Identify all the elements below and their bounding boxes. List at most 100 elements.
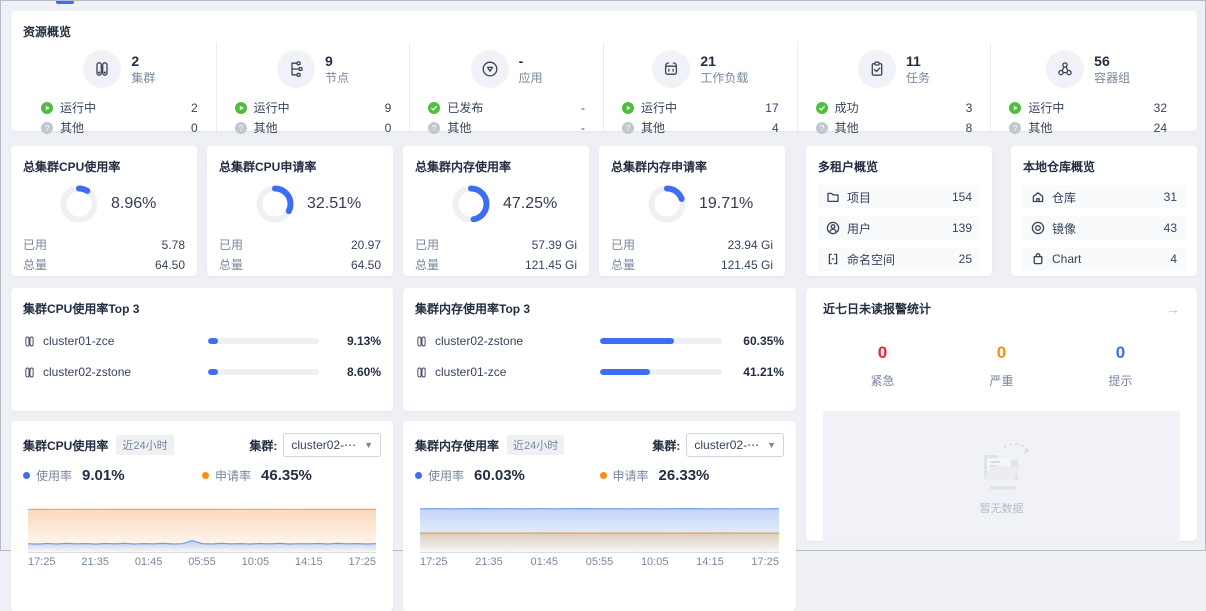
gauge-mem-usage-card: 总集群内存使用率 47.25% 已用57.39 Gi 总量121.45 Gi bbox=[403, 146, 589, 276]
status-row: ? 其他- bbox=[428, 118, 585, 138]
image-icon bbox=[1031, 221, 1045, 235]
svg-text:?: ? bbox=[819, 124, 824, 133]
svg-text:?: ? bbox=[238, 124, 243, 133]
status-row: ? 其他4 bbox=[622, 118, 779, 138]
gauge-mem-request-card: 总集群内存申请率 19.71% 已用23.94 Gi 总量121.45 Gi bbox=[599, 146, 785, 276]
top3-row[interactable]: cluster02-zstone 8.60% bbox=[23, 365, 381, 379]
cpu-area-chart[interactable] bbox=[28, 506, 376, 553]
resource-overview-title: 资源概览 bbox=[23, 23, 1185, 40]
mem-area-chart[interactable] bbox=[420, 506, 779, 553]
alarm-critical: 0 紧急 bbox=[823, 343, 942, 389]
success-icon bbox=[816, 102, 828, 114]
top3-row[interactable]: cluster01-zce 41.21% bbox=[415, 365, 784, 379]
chart-icon bbox=[1031, 252, 1045, 266]
status-row: ? 其他24 bbox=[1009, 118, 1167, 138]
legend-request: 申请率 26.33% bbox=[600, 467, 785, 484]
success-icon bbox=[428, 102, 440, 114]
cpu-chart-title: 集群CPU使用率 bbox=[23, 437, 108, 454]
x-axis-labels: 17:2521:3501:4505:5510:0514:1517:25 bbox=[28, 556, 376, 568]
gauge-percent: 8.96% bbox=[111, 195, 156, 213]
gauge-cpu-usage-card: 总集群CPU使用率 8.96% 已用5.78 总量64.50 bbox=[11, 146, 197, 276]
cluster-select-label: 集群: bbox=[652, 437, 680, 454]
legend-dot bbox=[202, 472, 209, 479]
cluster-select[interactable]: cluster02-⋯▼ bbox=[686, 433, 784, 457]
mem-top3-card: 集群内存使用率Top 3 cluster02-zstone 60.35% clu… bbox=[403, 288, 796, 411]
alarm-stats-card: 近七日未读报警统计 → 0 紧急 0 严重 0 提示 暂无数据 bbox=[806, 288, 1197, 541]
chevron-down-icon: ▼ bbox=[767, 440, 776, 450]
top3-row[interactable]: cluster02-zstone 60.35% bbox=[415, 334, 784, 348]
progress-bar bbox=[600, 369, 722, 375]
period-badge: 近24小时 bbox=[507, 435, 564, 455]
svg-text:?: ? bbox=[432, 124, 437, 133]
other-icon: ? bbox=[235, 122, 247, 134]
status-row: 运行中17 bbox=[622, 98, 779, 118]
gauge-cpu-request-card: 总集群CPU申请率 32.51% 已用20.97 总量64.50 bbox=[207, 146, 393, 276]
cluster-icon bbox=[23, 335, 36, 348]
tenant-overview-title: 多租户概览 bbox=[818, 158, 980, 175]
cluster-icon bbox=[415, 366, 428, 379]
repo-row-repos[interactable]: 仓库31 bbox=[1023, 185, 1185, 209]
cluster-select-label: 集群: bbox=[249, 437, 277, 454]
running-icon bbox=[41, 102, 53, 114]
empty-state: 暂无数据 bbox=[823, 411, 1180, 543]
repo-overview-card: 本地仓库概览 仓库31 镜像43 Chart4 bbox=[1011, 146, 1197, 276]
active-tab-indicator[interactable] bbox=[56, 1, 74, 4]
cluster-icon bbox=[83, 50, 121, 88]
resource-overview-card: 资源概览 2 集群 运行中2 ? 其他0 bbox=[11, 11, 1197, 131]
stat-apps[interactable]: - 应用 已发布- ? 其他- bbox=[410, 42, 604, 138]
app-icon bbox=[471, 50, 509, 88]
repo-overview-title: 本地仓库概览 bbox=[1023, 158, 1185, 175]
legend-usage: 使用率 60.03% bbox=[415, 467, 600, 484]
legend-dot bbox=[600, 472, 607, 479]
repo-icon bbox=[1031, 190, 1045, 204]
mem-top3-title: 集群内存使用率Top 3 bbox=[415, 300, 784, 317]
top3-row[interactable]: cluster01-zce 9.13% bbox=[23, 334, 381, 348]
status-row: 已发布- bbox=[428, 98, 585, 118]
other-icon: ? bbox=[41, 122, 53, 134]
alarm-title: 近七日未读报警统计 bbox=[823, 300, 931, 317]
stat-workloads[interactable]: 21 工作负载 运行中17 ? 其他4 bbox=[604, 42, 798, 138]
stats-grid: 2 集群 运行中2 ? 其他0 9 节点 bbox=[23, 42, 1185, 138]
progress-bar bbox=[600, 338, 722, 344]
legend-request: 申请率 46.35% bbox=[202, 467, 381, 484]
status-row: 运行中2 bbox=[41, 98, 198, 118]
empty-folder-illustration bbox=[960, 438, 1044, 496]
gauge-title: 总集群CPU使用率 bbox=[23, 158, 185, 175]
cpu-top3-card: 集群CPU使用率Top 3 cluster01-zce 9.13% cluste… bbox=[11, 288, 393, 411]
gauge-percent: 32.51% bbox=[307, 195, 361, 213]
arrow-right-icon[interactable]: → bbox=[1166, 301, 1180, 317]
period-badge: 近24小时 bbox=[116, 435, 173, 455]
status-row: ? 其他0 bbox=[235, 118, 392, 138]
stat-pods[interactable]: 56 容器组 运行中32 ? 其他24 bbox=[991, 42, 1185, 138]
svg-text:?: ? bbox=[626, 124, 631, 133]
repo-row-images[interactable]: 镜像43 bbox=[1023, 216, 1185, 240]
other-icon: ? bbox=[428, 122, 440, 134]
running-icon bbox=[235, 102, 247, 114]
svg-text:?: ? bbox=[45, 124, 50, 133]
donut-gauge bbox=[452, 185, 490, 223]
tenant-row-namespaces[interactable]: 命名空间25 bbox=[818, 247, 980, 271]
status-row: 运行中9 bbox=[235, 98, 392, 118]
running-icon bbox=[622, 102, 634, 114]
tenant-overview-card: 多租户概览 项目154 用户139 命名空间25 bbox=[806, 146, 992, 276]
legend-usage: 使用率 9.01% bbox=[23, 467, 202, 484]
cluster-icon bbox=[415, 335, 428, 348]
chevron-down-icon: ▼ bbox=[364, 440, 373, 450]
cluster-select[interactable]: cluster02-⋯▼ bbox=[283, 433, 381, 457]
donut-gauge bbox=[60, 185, 98, 223]
task-icon bbox=[858, 50, 896, 88]
repo-row-charts[interactable]: Chart4 bbox=[1023, 247, 1185, 271]
status-row: ? 其他0 bbox=[41, 118, 198, 138]
gauge-percent: 19.71% bbox=[699, 195, 753, 213]
status-row: 运行中32 bbox=[1009, 98, 1167, 118]
stat-tasks[interactable]: 11 任务 成功3 ? 其他8 bbox=[798, 42, 992, 138]
stat-clusters[interactable]: 2 集群 运行中2 ? 其他0 bbox=[23, 42, 217, 138]
node-icon bbox=[277, 50, 315, 88]
gauge-title: 总集群内存使用率 bbox=[415, 158, 577, 175]
status-row: 成功3 bbox=[816, 98, 973, 118]
tenant-row-projects[interactable]: 项目154 bbox=[818, 185, 980, 209]
tenant-row-users[interactable]: 用户139 bbox=[818, 216, 980, 240]
progress-bar bbox=[208, 369, 319, 375]
status-row: ? 其他8 bbox=[816, 118, 973, 138]
stat-nodes[interactable]: 9 节点 运行中9 ? 其他0 bbox=[217, 42, 411, 138]
